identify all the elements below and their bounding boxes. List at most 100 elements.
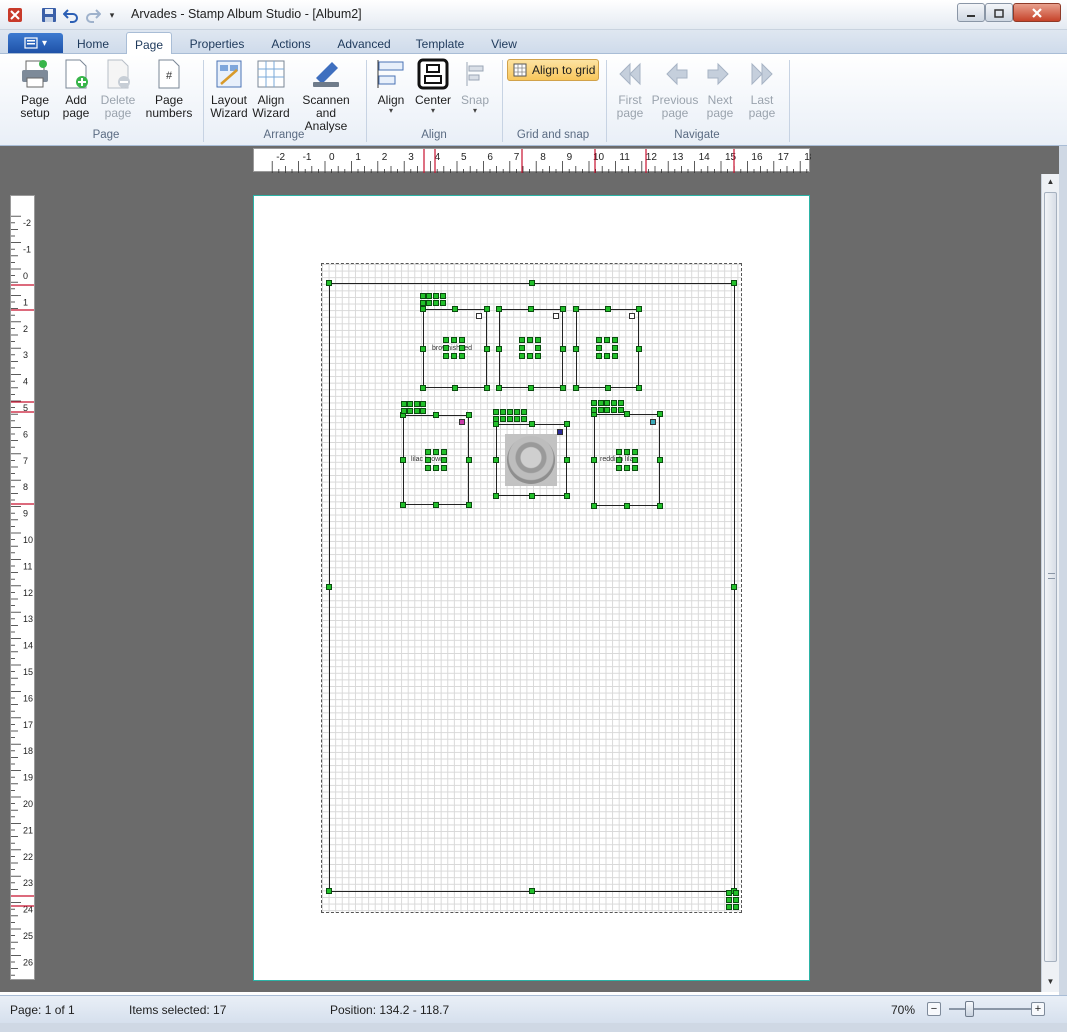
- selection-handle[interactable]: [573, 345, 579, 352]
- selection-handle[interactable]: [612, 337, 618, 343]
- scroll-down-icon[interactable]: ▼: [1042, 974, 1059, 990]
- selection-handle[interactable]: [733, 897, 739, 903]
- selection-handle[interactable]: [636, 385, 642, 391]
- selection-handle[interactable]: [564, 421, 570, 427]
- selection-handle[interactable]: [452, 385, 458, 391]
- selection-handle[interactable]: [535, 337, 541, 343]
- selection-handle[interactable]: [733, 904, 739, 910]
- selection-handle[interactable]: [440, 300, 446, 306]
- vertical-ruler[interactable]: -2 -1 0 1 2 3 4 5 6 7 8 9 10 11 12 13 14 15 16 17 18 19 20 21 22…: [10, 195, 35, 980]
- selection-handle[interactable]: [596, 337, 602, 343]
- selection-handle[interactable]: [624, 449, 630, 455]
- selection-handle[interactable]: [433, 465, 439, 471]
- selection-handle[interactable]: [420, 345, 426, 352]
- selection-handle[interactable]: [519, 337, 525, 343]
- selection-handle[interactable]: [636, 345, 642, 352]
- selection-handle[interactable]: [400, 457, 406, 463]
- tab-home[interactable]: Home: [70, 34, 116, 54]
- selection-handle[interactable]: [560, 345, 566, 352]
- selection-handle[interactable]: [484, 345, 490, 352]
- selection-handle[interactable]: [731, 584, 737, 590]
- application-menu-button[interactable]: ▾: [8, 33, 63, 53]
- selection-handle[interactable]: [604, 400, 610, 406]
- selection-handle[interactable]: [493, 416, 499, 422]
- zoom-slider-track[interactable]: [949, 1008, 1031, 1010]
- selection-handle[interactable]: [624, 503, 630, 509]
- selection-handle[interactable]: [466, 502, 472, 508]
- tab-actions[interactable]: Actions: [262, 34, 320, 54]
- selection-handle[interactable]: [466, 412, 472, 418]
- selection-handle[interactable]: [443, 345, 449, 351]
- selection-handle[interactable]: [604, 407, 610, 413]
- snap-button[interactable]: Snap ▾: [456, 58, 494, 126]
- selection-handle[interactable]: [528, 888, 535, 894]
- selection-handle[interactable]: [514, 409, 520, 415]
- selection-handle[interactable]: [560, 306, 566, 312]
- selection-handle[interactable]: [425, 457, 431, 463]
- selection-handle[interactable]: [433, 293, 439, 299]
- selection-handle[interactable]: [733, 890, 739, 896]
- selection-handle[interactable]: [451, 337, 457, 343]
- selection-handle[interactable]: [612, 353, 618, 359]
- page-numbers-button[interactable]: # Page numbers: [141, 58, 197, 126]
- selection-handle[interactable]: [459, 345, 465, 351]
- selection-handle[interactable]: [528, 280, 535, 286]
- selection-handle[interactable]: [618, 400, 624, 406]
- last-page-button[interactable]: Last page: [743, 58, 781, 126]
- selection-handle[interactable]: [591, 400, 597, 406]
- selection-handle[interactable]: [433, 300, 439, 306]
- center-button[interactable]: Center ▾: [413, 58, 453, 126]
- selection-handle[interactable]: [521, 416, 527, 422]
- selection-handle[interactable]: [326, 584, 332, 590]
- selection-handle[interactable]: [433, 502, 439, 508]
- selection-handle[interactable]: [484, 385, 490, 391]
- selection-handle[interactable]: [425, 449, 431, 455]
- selection-handle[interactable]: [726, 904, 732, 910]
- zoom-slider-thumb[interactable]: [965, 1001, 974, 1017]
- selection-handle[interactable]: [591, 503, 597, 509]
- selection-handle[interactable]: [484, 306, 490, 312]
- selection-handle[interactable]: [407, 401, 413, 407]
- first-page-button[interactable]: First page: [612, 58, 648, 126]
- selection-handle[interactable]: [591, 407, 597, 413]
- app-icon[interactable]: [6, 6, 24, 24]
- selection-handle[interactable]: [527, 353, 533, 359]
- selection-handle[interactable]: [493, 493, 499, 499]
- undo-icon[interactable]: [62, 6, 80, 24]
- selection-handle[interactable]: [611, 407, 617, 413]
- selection-handle[interactable]: [451, 353, 457, 359]
- selection-handle[interactable]: [612, 345, 618, 351]
- selection-handle[interactable]: [452, 306, 458, 312]
- delete-page-button[interactable]: Delete page: [98, 58, 138, 126]
- selection-handle[interactable]: [564, 493, 570, 499]
- selection-handle[interactable]: [507, 416, 513, 422]
- scan-and-analyse-button[interactable]: Scannen and Analyse: [294, 58, 358, 133]
- restore-button[interactable]: [985, 3, 1013, 22]
- minimize-button[interactable]: [957, 3, 985, 22]
- quick-access-more-icon[interactable]: ▾: [106, 6, 118, 24]
- selection-handle[interactable]: [596, 353, 602, 359]
- layout-wizard-button[interactable]: Layout Wizard: [209, 58, 249, 126]
- scrollbar-thumb[interactable]: [1044, 192, 1057, 962]
- selection-handle[interactable]: [496, 385, 502, 391]
- selection-handle[interactable]: [535, 345, 541, 351]
- selection-handle[interactable]: [420, 401, 426, 407]
- selection-handle[interactable]: [604, 337, 610, 343]
- selection-handle[interactable]: [326, 280, 332, 286]
- tab-template[interactable]: Template: [408, 34, 472, 54]
- selection-handle[interactable]: [632, 465, 638, 471]
- selection-handle[interactable]: [433, 449, 439, 455]
- tab-view[interactable]: View: [482, 34, 526, 54]
- tab-properties[interactable]: Properties: [182, 34, 252, 54]
- selection-handle[interactable]: [420, 408, 426, 414]
- selection-handle[interactable]: [493, 409, 499, 415]
- selection-handle[interactable]: [496, 306, 502, 312]
- align-to-grid-button[interactable]: Align to grid: [507, 59, 599, 81]
- selection-handle[interactable]: [493, 457, 499, 463]
- selection-handle[interactable]: [441, 449, 447, 455]
- selection-handle[interactable]: [616, 449, 622, 455]
- horizontal-ruler[interactable]: -2-10123456789101112131415161718: [253, 148, 816, 173]
- selection-handle[interactable]: [611, 400, 617, 406]
- selection-handle[interactable]: [632, 457, 638, 463]
- selection-handle[interactable]: [459, 353, 465, 359]
